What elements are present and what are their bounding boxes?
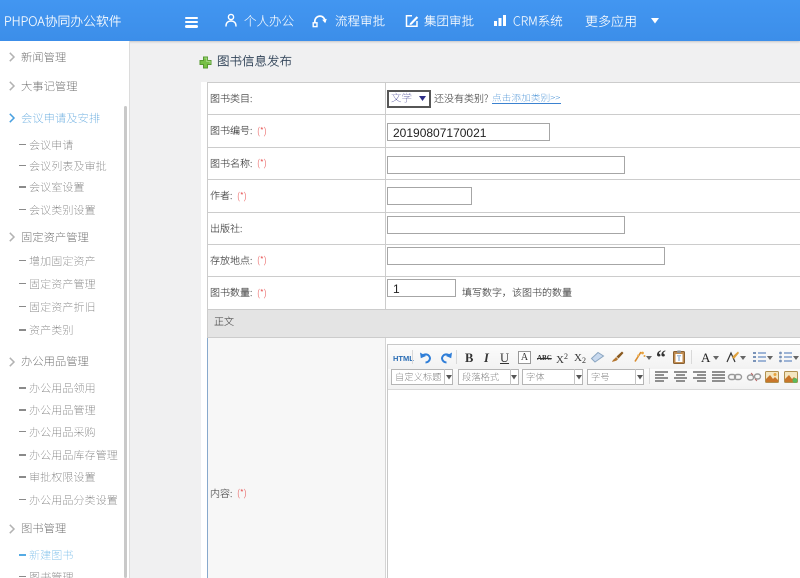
svg-text:T: T <box>677 355 682 363</box>
